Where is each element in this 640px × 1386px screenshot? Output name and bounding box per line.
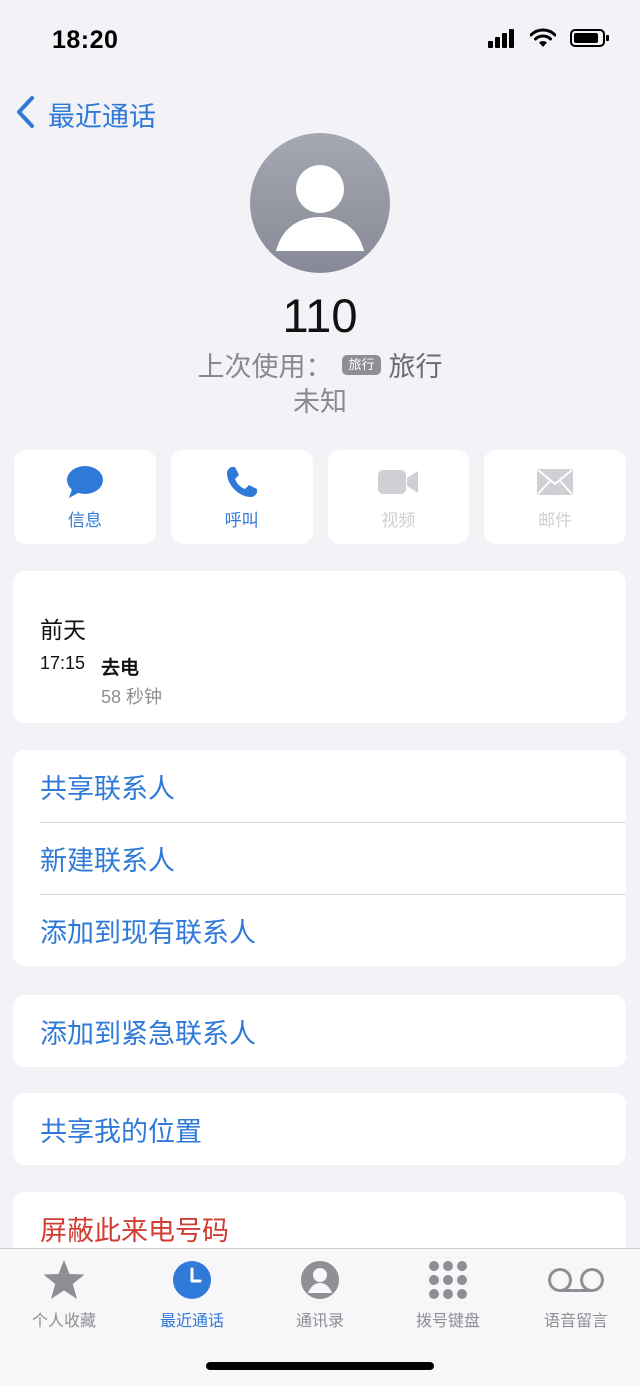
wifi-icon (529, 28, 557, 53)
contact-options-card: 共享联系人 新建联系人 添加到现有联系人 (13, 750, 626, 966)
call-history-card: 前天 17:15 去电 58 秒钟 (13, 571, 626, 723)
tab-voicemail[interactable]: 语音留言 (512, 1257, 640, 1331)
back-button[interactable]: 最近通话 (14, 92, 156, 136)
add-emergency-contact-button[interactable]: 添加到紧急联系人 (13, 995, 626, 1067)
status-icons (488, 28, 610, 53)
video-button[interactable]: 视频 (327, 450, 470, 544)
mail-label: 邮件 (538, 510, 573, 530)
tab-keypad-label: 拨号键盘 (415, 1313, 480, 1330)
last-used-label: 上次使用： (197, 352, 333, 382)
battery-icon (570, 28, 610, 53)
emergency-card: 添加到紧急联系人 (13, 995, 626, 1067)
message-label: 信息 (67, 510, 102, 530)
call-label: 呼叫 (224, 510, 259, 530)
tab-favorites-label: 个人收藏 (31, 1313, 96, 1330)
tab-contacts[interactable]: 通讯录 (256, 1257, 384, 1331)
history-date: 前天 (40, 617, 86, 643)
tab-recents[interactable]: 最近通话 (128, 1257, 256, 1331)
tab-recents-label: 最近通话 (159, 1313, 224, 1330)
tab-favorites[interactable]: 个人收藏 (0, 1257, 128, 1331)
person-circle-icon (300, 1257, 340, 1303)
mail-button[interactable]: 邮件 (484, 450, 626, 544)
new-contact-button[interactable]: 新建联系人 (13, 822, 626, 894)
video-camera-icon (377, 464, 419, 500)
last-used-line: 上次使用： 旅行 旅行 (0, 345, 640, 384)
phone-icon (225, 464, 259, 500)
home-indicator[interactable] (206, 1362, 434, 1370)
call-button[interactable]: 呼叫 (170, 450, 313, 544)
tab-voicemail-label: 语音留言 (543, 1313, 608, 1330)
status-time: 18:20 (52, 26, 119, 54)
message-bubble-icon (66, 464, 104, 500)
location-card: 共享我的位置 (13, 1093, 626, 1165)
keypad-icon (428, 1257, 468, 1303)
history-call-type: 去电 (101, 658, 140, 679)
signal-icon (488, 28, 516, 53)
tab-contacts-label: 通讯录 (295, 1313, 344, 1330)
history-duration: 58 秒钟 (101, 687, 163, 707)
back-label: 最近通话 (48, 101, 156, 132)
last-used-value: 旅行 (388, 352, 443, 382)
video-label: 视频 (381, 510, 416, 530)
action-buttons: 信息 呼叫 视频 邮件 (14, 450, 626, 544)
chevron-left-icon (14, 95, 36, 134)
caller-number: 110 (282, 289, 358, 342)
share-location-button[interactable]: 共享我的位置 (13, 1093, 626, 1165)
share-contact-button[interactable]: 共享联系人 (13, 750, 626, 822)
person-silhouette-icon (250, 165, 390, 273)
voicemail-icon (547, 1257, 605, 1303)
carrier-label: 未知 (293, 387, 347, 417)
message-button[interactable]: 信息 (14, 450, 156, 544)
clock-icon (172, 1257, 212, 1303)
add-to-existing-contact-button[interactable]: 添加到现有联系人 (13, 894, 626, 966)
line-tag-badge: 旅行 (342, 354, 381, 375)
history-time: 17:15 (40, 653, 86, 673)
status-bar: 18:20 (0, 0, 640, 80)
tab-keypad[interactable]: 拨号键盘 (384, 1257, 512, 1331)
envelope-icon (536, 464, 574, 500)
star-icon (42, 1257, 86, 1303)
contact-avatar (250, 133, 390, 273)
